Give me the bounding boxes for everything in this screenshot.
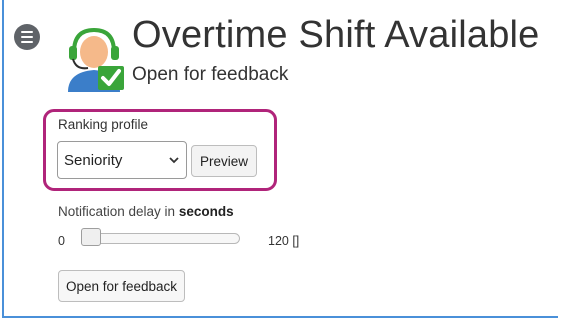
open-for-feedback-button[interactable]: Open for feedback [58,270,185,302]
page-title: Overtime Shift Available [132,14,540,56]
notification-delay-label-text: Notification delay in [58,204,179,219]
delay-slider-track[interactable] [82,233,240,244]
support-agent-icon [68,27,124,92]
ranking-profile-value: Seniority [64,151,123,169]
chevron-down-icon [169,157,179,164]
slider-max-label: 120 [] [268,234,300,248]
slider-min-label: 0 [58,234,65,248]
notification-delay-unit: seconds [178,204,234,219]
delay-slider-thumb[interactable] [81,228,101,246]
page-subtitle: Open for feedback [132,64,289,85]
ranking-profile-label: Ranking profile [58,117,149,132]
notification-delay-label: Notification delay in seconds [58,204,234,219]
ranking-profile-select[interactable]: Seniority [57,141,187,179]
hamburger-menu-icon[interactable] [14,24,40,50]
preview-button[interactable]: Preview [191,145,257,177]
